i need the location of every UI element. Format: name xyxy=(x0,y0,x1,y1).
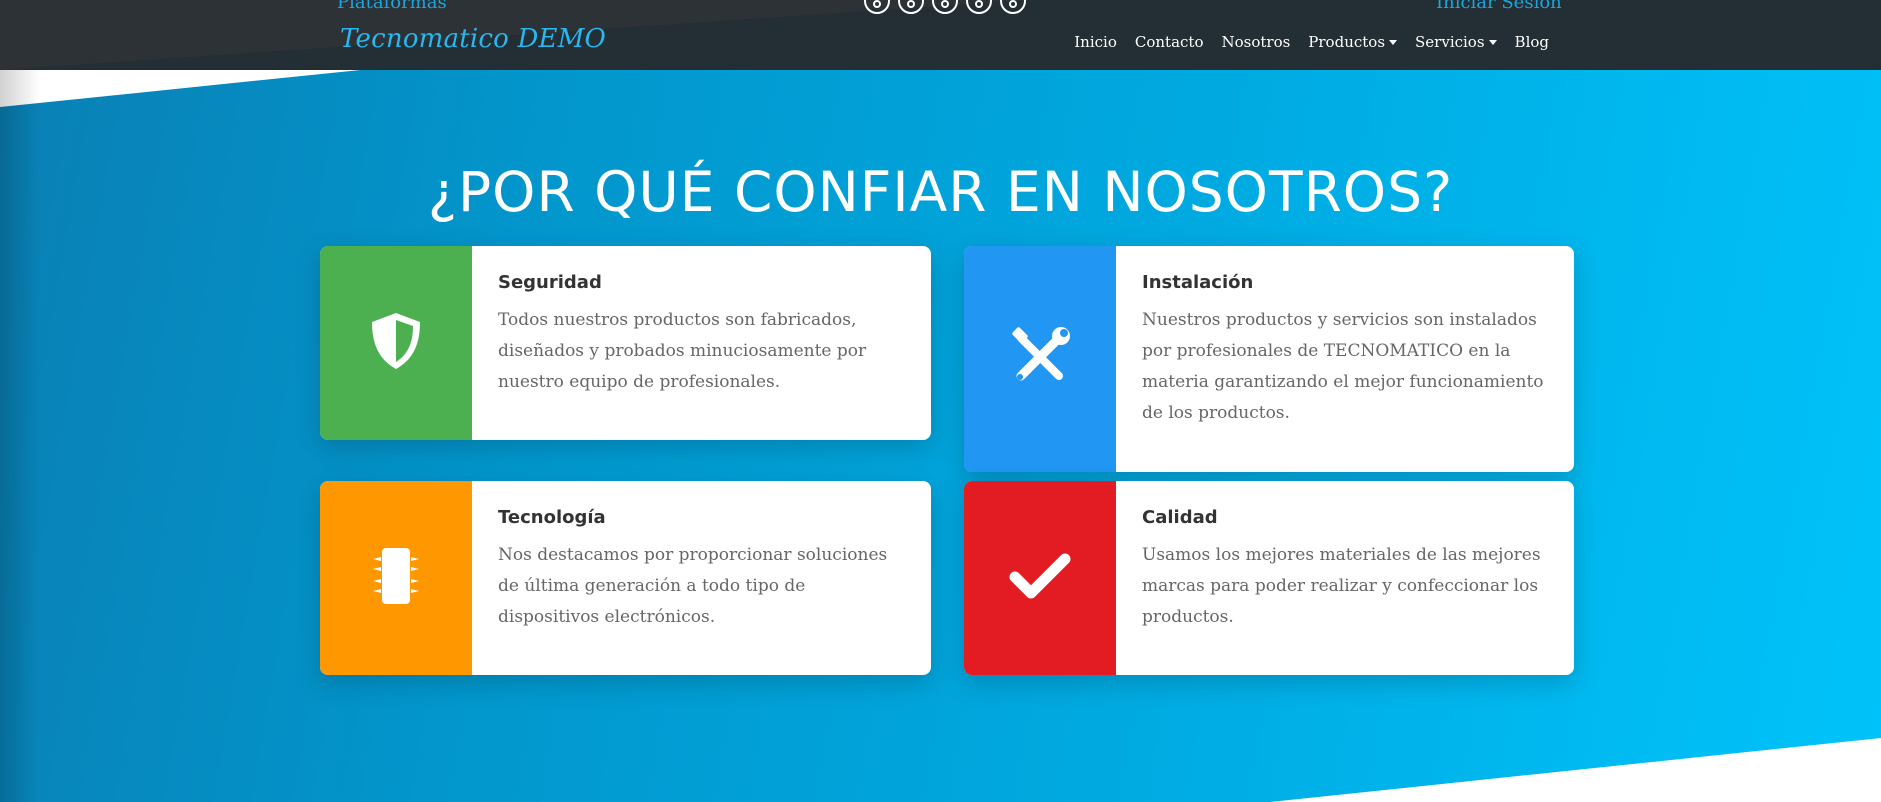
caret-down-icon xyxy=(1488,39,1497,45)
nav-item-label: Servicios xyxy=(1415,33,1485,51)
card-text: Todos nuestros productos son fabricados,… xyxy=(498,310,867,392)
nav-item-nosotros[interactable]: Nosotros xyxy=(1221,33,1290,51)
brand-logo[interactable]: Tecnomatico DEMO xyxy=(340,24,606,54)
platforms-link[interactable]: Plataformas xyxy=(337,0,447,13)
nav-item-servicios[interactable]: Servicios xyxy=(1415,33,1497,51)
whatsapp-icon[interactable] xyxy=(932,0,958,14)
navbar: Plataformas Iniciar Sesión Tecnomatico D… xyxy=(0,0,1881,70)
nav-item-label: Contacto xyxy=(1134,33,1204,51)
nav-item-productos[interactable]: Productos xyxy=(1308,33,1398,51)
check-icon xyxy=(1009,551,1071,605)
microchip-icon xyxy=(365,545,427,611)
card-body: Tecnología Nos destacamos por proporcion… xyxy=(472,481,931,675)
nav-item-label: Nosotros xyxy=(1221,33,1291,51)
login-link[interactable]: Iniciar Sesión xyxy=(1436,0,1562,13)
facebook-icon[interactable] xyxy=(864,0,890,14)
card-text: Nuestros productos y servicios son insta… xyxy=(1142,310,1544,423)
card-body: Instalación Nuestros productos y servici… xyxy=(1116,246,1574,472)
feature-card-instalacion: Instalación Nuestros productos y servici… xyxy=(964,246,1574,472)
instagram-icon[interactable] xyxy=(898,0,924,14)
phone-icon[interactable] xyxy=(966,0,992,14)
caret-down-icon xyxy=(1389,39,1398,45)
card-body: Seguridad Todos nuestros productos son f… xyxy=(472,246,931,440)
shield-icon xyxy=(367,310,425,376)
feature-card-calidad: Calidad Usamos los mejores materiales de… xyxy=(964,481,1574,675)
hero-background xyxy=(0,69,1881,802)
card-body: Calidad Usamos los mejores materiales de… xyxy=(1116,481,1574,675)
nav-item-contacto[interactable]: Contacto xyxy=(1135,33,1204,51)
feature-card-seguridad: Seguridad Todos nuestros productos son f… xyxy=(320,246,931,440)
copyright-icon[interactable] xyxy=(1000,0,1026,14)
card-icon-panel xyxy=(964,246,1116,472)
card-icon-panel xyxy=(320,481,472,675)
tools-icon xyxy=(1009,326,1071,392)
nav-item-inicio[interactable]: Inicio xyxy=(1074,33,1117,51)
feature-card-tecnologia: Tecnología Nos destacamos por proporcion… xyxy=(320,481,931,675)
card-title: Calidad xyxy=(1142,507,1218,528)
card-title: Tecnología xyxy=(498,507,606,528)
nav-item-label: Inicio xyxy=(1074,33,1117,51)
nav-item-blog[interactable]: Blog xyxy=(1515,33,1549,51)
nav-menu: Inicio Contacto Nosotros Productos Servi… xyxy=(1074,33,1549,51)
section-title: ¿POR QUÉ CONFIAR EN NOSOTROS? xyxy=(427,160,1454,224)
card-text: Usamos los mejores materiales de las mej… xyxy=(1142,545,1541,627)
nav-item-label: Productos xyxy=(1308,33,1386,51)
card-icon-panel xyxy=(964,481,1116,675)
card-title: Seguridad xyxy=(498,272,602,293)
nav-item-label: Blog xyxy=(1514,33,1549,51)
card-title: Instalación xyxy=(1142,272,1254,293)
card-text: Nos destacamos por proporcionar solucion… xyxy=(498,545,888,627)
card-icon-panel xyxy=(320,246,472,440)
social-icons xyxy=(864,0,1026,14)
